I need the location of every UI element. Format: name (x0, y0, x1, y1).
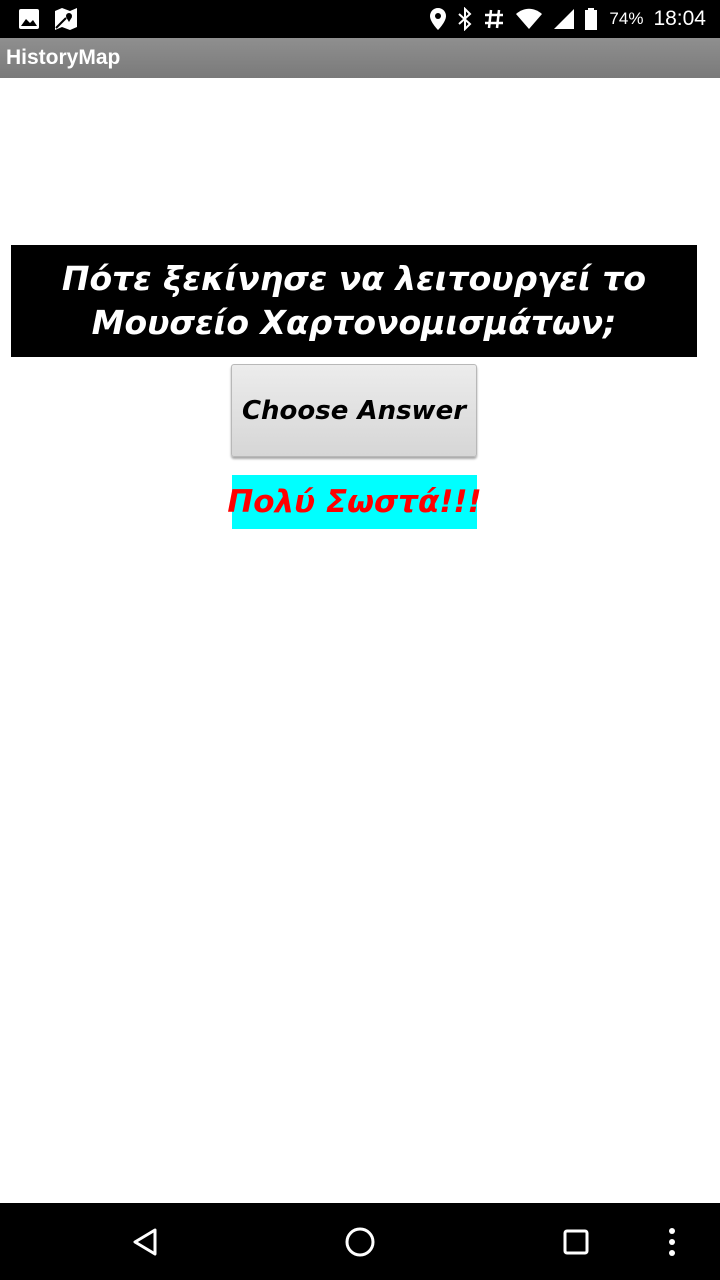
result-text: Πολύ Σωστά!!! (227, 484, 482, 520)
battery-icon (585, 8, 598, 30)
clock: 18:04 (653, 7, 706, 30)
home-icon (344, 1226, 376, 1258)
app-title: HistoryMap (6, 46, 121, 69)
location-icon (429, 7, 447, 31)
overflow-menu-icon (668, 1227, 676, 1257)
result-label: Πολύ Σωστά!!! (227, 475, 482, 529)
overflow-menu-button[interactable] (650, 1203, 694, 1280)
question-box: Πότε ξεκίνησε να λειτουργεί το Μουσείο Χ… (11, 245, 697, 357)
status-bar-notifications (18, 7, 78, 31)
image-icon (18, 8, 40, 30)
signal-icon (553, 8, 575, 30)
bluetooth-icon (457, 7, 473, 31)
battery-percentage: 74% (609, 9, 644, 28)
status-bar: 74% 18:04 (0, 0, 720, 38)
hash-icon (483, 8, 505, 30)
screen: 74% 18:04 HistoryMap Πότε ξεκίνησε να λε… (0, 0, 720, 1280)
back-button[interactable] (110, 1203, 180, 1280)
recents-icon (562, 1228, 590, 1256)
choose-answer-button[interactable]: Choose Answer (231, 364, 477, 457)
wifi-icon (515, 8, 543, 30)
map-icon (54, 7, 78, 31)
back-icon (131, 1227, 159, 1257)
app-bar: HistoryMap (0, 38, 720, 78)
status-bar-system: 74% 18:04 (429, 0, 706, 38)
home-button[interactable] (325, 1203, 395, 1280)
question-text: Πότε ξεκίνησε να λειτουργεί το Μουσείο Χ… (61, 259, 647, 342)
navigation-bar (0, 1203, 720, 1280)
recents-button[interactable] (541, 1203, 611, 1280)
choose-answer-label: Choose Answer (241, 395, 467, 426)
